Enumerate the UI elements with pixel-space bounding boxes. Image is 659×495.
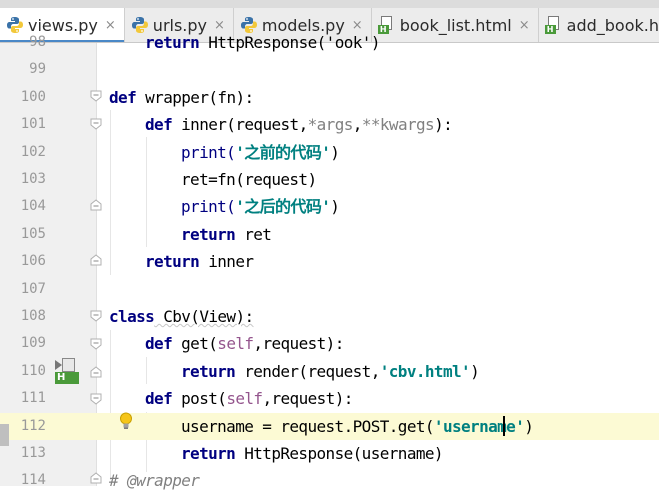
code-text: def post(self,request): — [145, 389, 353, 409]
fold-end-icon[interactable] — [90, 254, 102, 266]
code-line-current: 112 username = request.POST.get('usernam… — [0, 412, 659, 440]
code-text: def inner(request,*args,**kwargs): — [145, 115, 453, 135]
html-template-gutter-icon[interactable]: H — [55, 358, 79, 384]
lightbulb-icon[interactable] — [119, 412, 133, 430]
fold-end-icon[interactable] — [90, 199, 102, 211]
code-text: print('之前的代码') — [181, 142, 340, 162]
fold-end-icon[interactable] — [90, 472, 102, 484]
code-text: return HttpResponse('ook') — [145, 33, 380, 52]
fold-end-icon[interactable] — [90, 366, 102, 378]
code-line: 105 return ret — [0, 221, 659, 248]
code-text: ret=fn(request) — [181, 170, 317, 189]
line-number: 105 — [20, 225, 46, 242]
line-number: 99 — [29, 61, 46, 78]
line-number: 101 — [20, 116, 46, 133]
code-text: username = request.POST.get('username') — [181, 416, 534, 436]
code-text: class Cbv(View): — [109, 307, 254, 326]
line-number: 110 — [20, 362, 46, 379]
line-number: 102 — [20, 143, 46, 160]
code-line: 113 return HttpResponse(username) — [0, 440, 659, 467]
line-number: 107 — [20, 280, 46, 297]
code-text: def wrapper(fn): — [109, 87, 254, 107]
code-text: return inner — [145, 252, 254, 272]
code-line: 103 ret=fn(request) — [0, 166, 659, 193]
code-text: def get(self,request): — [145, 334, 344, 354]
code-line: 107 — [0, 276, 659, 303]
line-number: 108 — [20, 308, 46, 324]
line-number: 98 — [29, 34, 46, 50]
line-number: 106 — [20, 253, 46, 270]
fold-collapse-icon[interactable] — [90, 393, 102, 405]
line-number: 100 — [20, 88, 46, 105]
line-number: 104 — [20, 198, 46, 215]
fold-collapse-icon[interactable] — [90, 310, 102, 322]
left-scroll-indicator[interactable] — [0, 424, 9, 446]
code-text: return render(request,'cbv.html') — [181, 361, 480, 381]
code-text: print('之后的代码') — [181, 197, 340, 217]
code-line: 102 print('之前的代码') — [0, 139, 659, 166]
code-text: # @wrapper — [109, 471, 200, 491]
fold-collapse-icon[interactable] — [90, 90, 102, 102]
line-number: 103 — [20, 171, 46, 187]
code-text: return ret — [181, 224, 272, 244]
fold-collapse-icon[interactable] — [90, 118, 102, 130]
line-number: 109 — [20, 335, 46, 352]
line-number: 111 — [20, 390, 46, 407]
text-caret — [503, 416, 505, 436]
code-line: 98 return HttpResponse('ook') — [0, 29, 659, 56]
line-number: 114 — [20, 472, 46, 489]
line-number: 112 — [12, 412, 46, 440]
line-number: 113 — [20, 445, 46, 461]
code-line: 99 — [0, 56, 659, 83]
fold-collapse-icon[interactable] — [90, 338, 102, 350]
code-text: return HttpResponse(username) — [181, 444, 444, 463]
